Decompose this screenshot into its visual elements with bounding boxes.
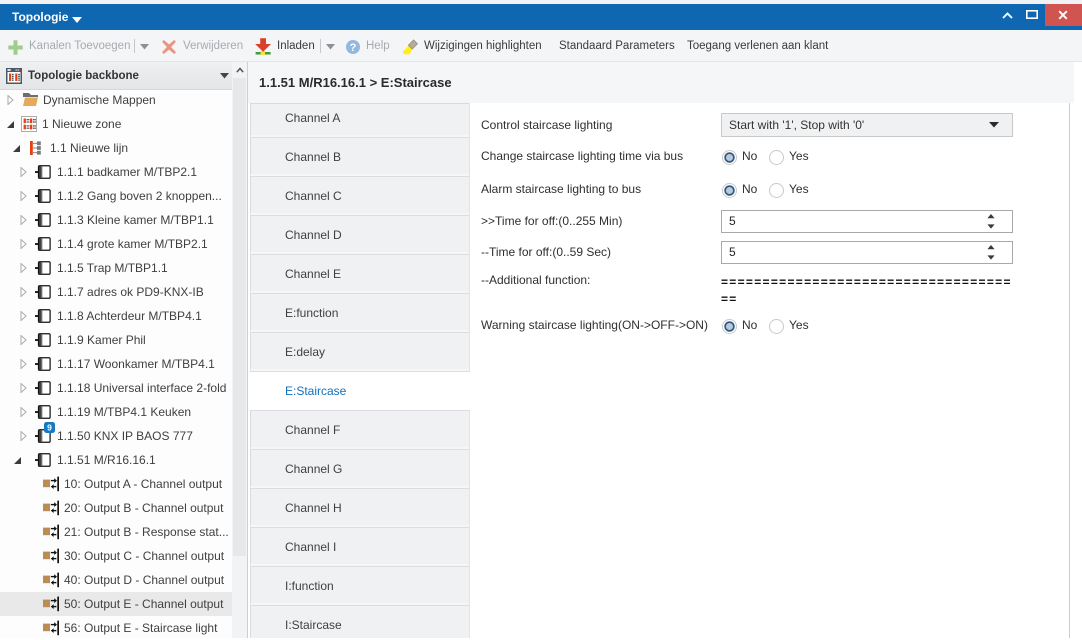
svg-text:?: ? (350, 42, 357, 54)
svg-text:9: 9 (47, 423, 52, 433)
